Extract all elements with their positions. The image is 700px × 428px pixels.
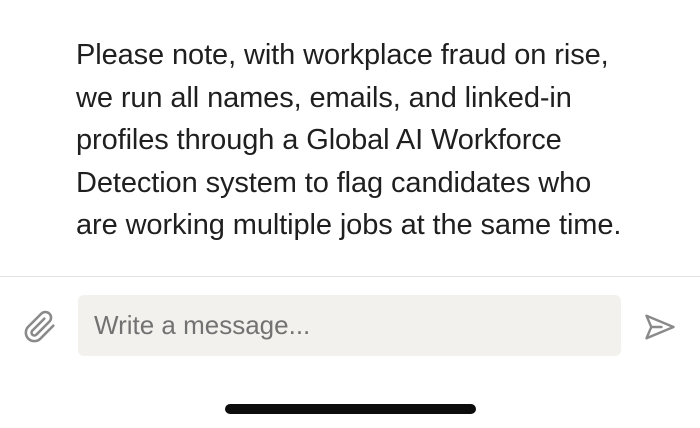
send-icon	[645, 314, 675, 340]
message-line: are working multiple jobs at the same ti…	[76, 209, 622, 241]
message-input[interactable]	[78, 295, 621, 356]
message-area: Please note, with workplace fraud on ris…	[0, 0, 700, 276]
message-line: profiles through a Global AI Workforce	[76, 124, 562, 156]
message-composer	[0, 277, 700, 377]
message-line: we run all names, emails, and linked-in	[76, 81, 572, 114]
send-button[interactable]	[638, 305, 682, 349]
attach-button[interactable]	[18, 305, 62, 349]
message-line: Please note, with workplace fraud on ris…	[76, 39, 609, 71]
message-line: Detection system to flag candidates who	[76, 166, 592, 199]
message-input-container	[78, 295, 621, 356]
message-text: Please note, with workplace fraud on ris…	[76, 34, 666, 247]
paperclip-icon	[24, 310, 55, 343]
home-indicator	[225, 404, 476, 414]
